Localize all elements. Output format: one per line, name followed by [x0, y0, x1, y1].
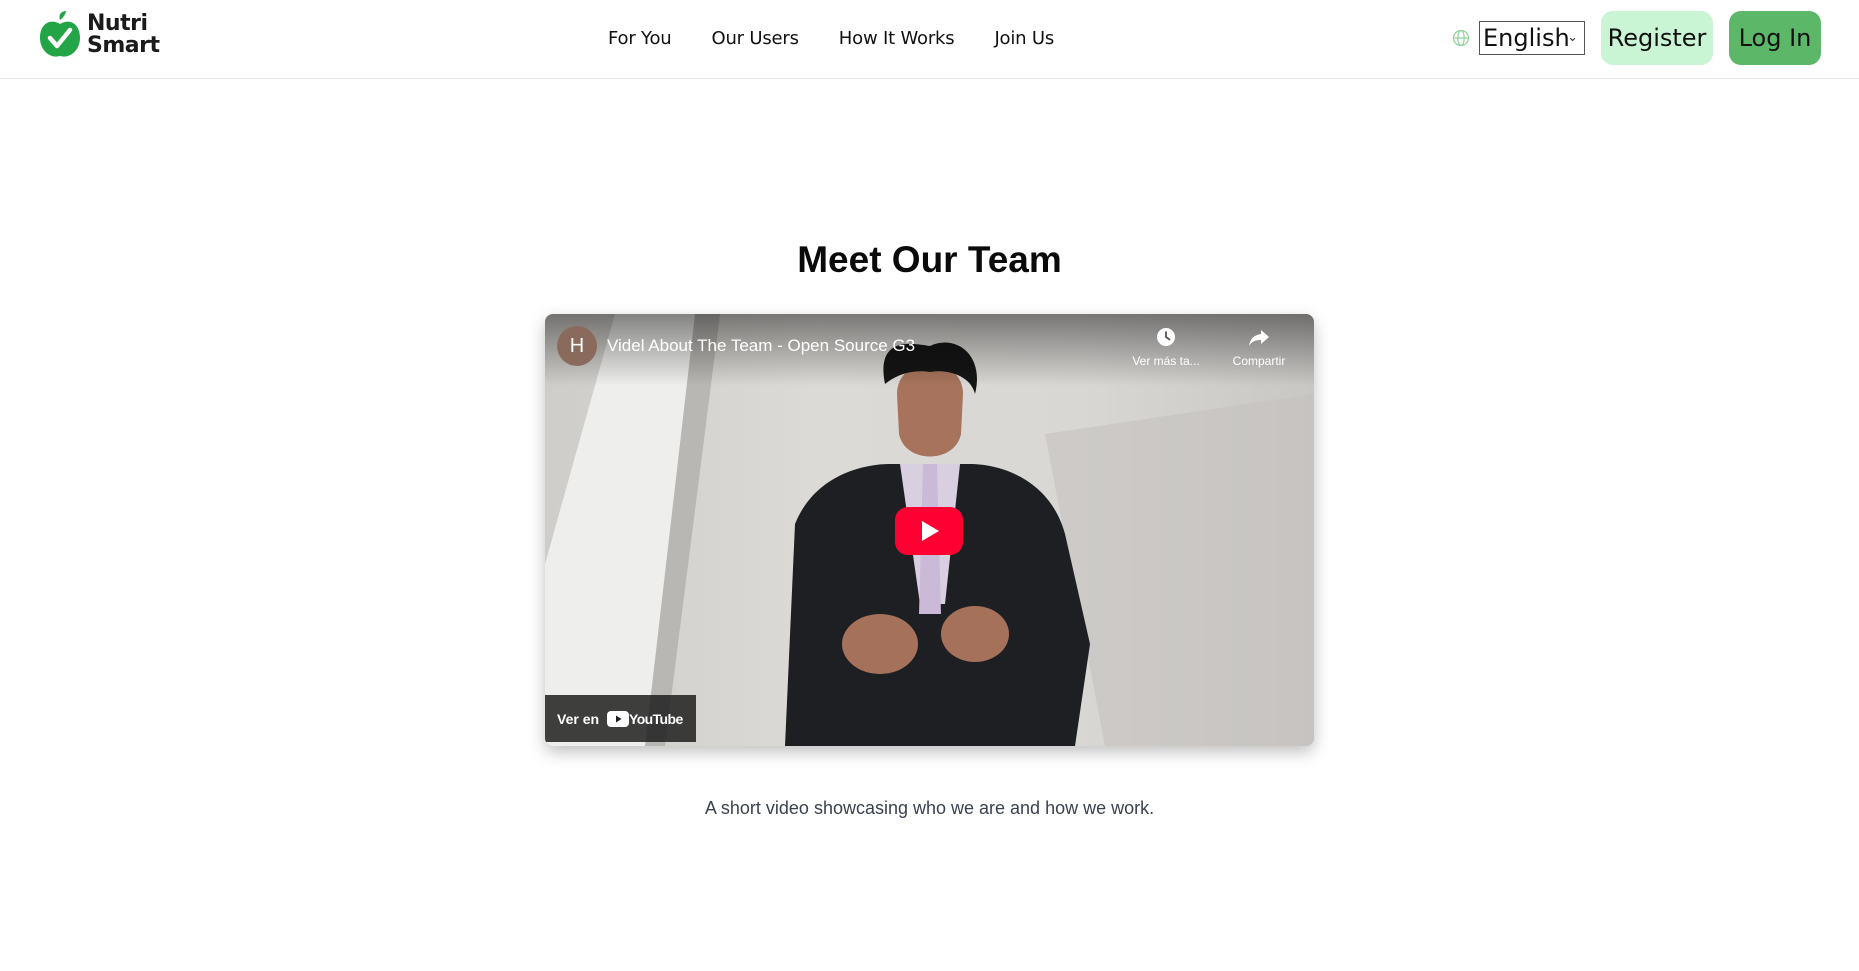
logo[interactable]: Nutri Smart: [38, 10, 160, 60]
site-header: Nutri Smart For You Our Users How It Wor…: [0, 0, 1859, 79]
share-button[interactable]: Compartir: [1214, 326, 1304, 368]
login-button[interactable]: Log In: [1729, 11, 1821, 65]
watch-on-label: Ver en: [557, 710, 600, 727]
video-title[interactable]: Videl About The Team - Open Source G3: [607, 336, 915, 356]
logo-line-1: Nutri: [87, 11, 148, 36]
language-value: English: [1483, 24, 1570, 52]
video-player[interactable]: H Videl About The Team - Open Source G3 …: [545, 314, 1314, 746]
nav-how-it-works[interactable]: How It Works: [839, 28, 955, 49]
main-nav: For You Our Users How It Works Join Us: [608, 28, 1094, 49]
youtube-label: YouTube: [629, 710, 683, 727]
watch-on-youtube-button[interactable]: Ver en YouTube: [545, 695, 696, 742]
watch-later-label: Ver más ta...: [1132, 354, 1200, 368]
youtube-play-glyph-icon: [607, 710, 630, 727]
share-icon: [1249, 330, 1269, 346]
watch-later-button[interactable]: Ver más ta...: [1121, 326, 1211, 368]
video-caption: A short video showcasing who we are and …: [704, 798, 1155, 818]
apple-check-icon: [40, 11, 80, 57]
globe-icon: [1452, 29, 1470, 47]
nav-for-you[interactable]: For You: [608, 28, 672, 49]
youtube-logo-icon: YouTube: [607, 710, 683, 727]
logo-line-2: Smart: [87, 33, 160, 58]
nav-join-us[interactable]: Join Us: [994, 28, 1054, 49]
share-label: Compartir: [1232, 354, 1286, 368]
channel-avatar[interactable]: H: [557, 326, 597, 366]
page-title: Meet Our Team: [797, 239, 1062, 280]
language-select[interactable]: English ⌄: [1479, 21, 1585, 55]
chevron-down-icon: ⌄: [1567, 30, 1578, 45]
clock-icon: [1157, 328, 1175, 346]
logo-text: Nutri Smart: [87, 11, 160, 58]
nav-our-users[interactable]: Our Users: [711, 28, 799, 49]
register-button[interactable]: Register: [1601, 11, 1713, 65]
play-icon[interactable]: [895, 507, 963, 555]
